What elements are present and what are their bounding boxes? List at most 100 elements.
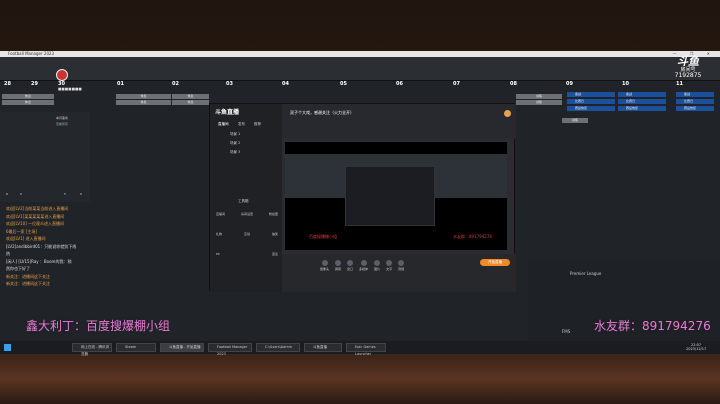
tool-item[interactable]: 互动 [244,232,250,236]
news-link[interactable]: 查看所有 [56,122,68,126]
schedule-item-match[interactable]: 比赛日 [618,99,666,104]
obs-logo: 斗鱼直播 [215,109,240,116]
preview-inner-window [345,166,435,226]
chat-message: 欢迎[LV1] 进入直播间 [6,236,46,241]
calendar-day[interactable]: 30 ■■■■■■■ [58,82,82,94]
source-audio[interactable]: 音频 [398,260,404,271]
chat-feed: 欢迎[LV2]当前某某当前进入直播间 欢迎[LV1]某某某某某进入直播间 欢迎[… [0,205,210,305]
scene-item[interactable]: 场景 1 [230,132,240,137]
source-image[interactable]: 图片 [374,260,380,271]
left-panel: 本月事务 查看所有 8 0 5 9 [0,112,90,202]
chat-message: 新关注：进播间这下关注 [6,281,50,286]
calendar-day[interactable]: 03 [226,82,233,94]
schedule-cell[interactable]: 训练 [562,118,588,123]
manager-name: ■■■■■■■ [58,87,82,91]
taskbar-item[interactable]: 斗鱼直播 - 开始直播 [160,343,204,352]
taskbar-item[interactable]: 网上在线 - 腾讯浏览器 [72,343,112,356]
audio-icon [398,260,405,266]
tab-live[interactable]: 直播间 [218,122,229,127]
chat-message: [闲人] [LV15]Ray ：Boom的我：稍 [6,258,72,264]
stream-title[interactable]: 双子个大戏，感谢关注（火力全开） [290,110,354,116]
tool-item[interactable]: 抽奖 [272,232,278,236]
calendar-day[interactable]: 02 [172,82,179,94]
calendar-day[interactable]: 08 [510,82,517,94]
stat-count: 0 [20,192,22,196]
start-stream-button[interactable]: 开始直播 [480,259,510,266]
chat-message: 欢迎[LV1]某某某某某进入直播间 [6,213,65,219]
system-clock[interactable]: 22:07 2023/12/17 [686,343,706,351]
tool-item[interactable]: 房间设置 [241,212,253,216]
fm-header [0,57,720,81]
schedule-item-match[interactable]: 备战 [618,92,666,97]
schedule-item-match[interactable]: 备战 [567,92,615,97]
source-camera[interactable]: 摄像头 [320,260,329,271]
tool-grid: 直播间 房间设置 粉丝团 礼物 互动 抽奖 PK 连麦 [216,212,278,256]
schedule-item-match[interactable]: 备战 [676,92,714,97]
tool-item[interactable]: PK [216,252,220,256]
schedule-item-match[interactable]: 比赛日 [676,99,714,104]
chat-message: 新关注：进播间这下关注 [6,273,50,279]
streaming-app-window: 斗鱼直播 直播间 发布 推荐 场景 1 场景 2 场景 3 工具箱 直播间 房间… [209,103,516,292]
window-title: Football Manager 2023 [8,51,55,56]
source-screen[interactable]: 屏幕 [335,260,341,271]
tool-item[interactable]: 礼物 [216,232,222,236]
taskbar-item[interactable]: Steam [116,343,156,352]
schedule-cell[interactable]: 休息 [172,94,209,99]
calendar-day[interactable]: 29 [31,82,38,94]
taskbar-item[interactable]: C:\Users\Admin [256,343,300,352]
source-text[interactable]: 文字 [386,260,392,271]
douyu-room-number: 7192875 [674,72,702,79]
stat-count: 8 [6,192,8,196]
preview-label: 水友群：891794276 [453,234,492,239]
chat-message: [LV2]andibbird01：只能说你就别下线 [6,243,77,249]
taskbar-item[interactable]: 斗鱼直播 [304,343,342,352]
club-crest-icon[interactable] [56,69,68,81]
schedule-item-match[interactable]: 比赛日 [567,99,615,104]
schedule-cell[interactable]: 休息 [116,94,171,99]
schedule-item-match[interactable]: 赛后恢复 [567,106,615,111]
tab-recommend[interactable]: 推荐 [254,122,261,127]
obs-source-bar: 摄像头 屏幕 窗口 多媒体 图片 文字 音频 开始直播 [282,254,516,292]
calendar-day[interactable]: 01 [117,82,124,94]
window-icon [347,260,354,266]
source-media[interactable]: 多媒体 [359,260,368,271]
chat-message: 热 [6,251,10,256]
schedule-cell[interactable]: 休息 [2,100,54,105]
calendar-day[interactable]: 06 [396,82,403,94]
calendar-day[interactable]: 05 [340,82,347,94]
chat-message: 欢迎[LV2]当前某某当前进入直播间 [6,206,69,211]
calendar-day[interactable]: 07 [453,82,460,94]
schedule-cell[interactable]: 休息 [2,94,54,99]
source-window[interactable]: 窗口 [347,260,353,271]
scene-item[interactable]: 场景 3 [230,150,240,155]
subtitle-right: 水友群：891794276 [594,319,711,333]
preview-banner: 百度搜爆棚小组 [309,234,337,239]
toolbox-label: 工具箱 [238,199,249,203]
taskbar-item[interactable]: Epic Games Launcher [346,343,386,356]
schedule-item-match[interactable]: 赛后恢复 [676,106,714,111]
schedule-cell[interactable]: 训练 [516,94,562,99]
schedule-item-match[interactable]: 赛后恢复 [618,106,666,111]
calendar-day[interactable]: 28 [4,82,11,94]
stat-count: 5 [64,192,66,196]
chat-message: 然你也下好了 [6,266,30,271]
tool-item[interactable]: 连麦 [272,252,278,256]
calendar-day[interactable]: 04 [282,82,289,94]
douyu-logo: 斗鱼 [677,55,699,68]
subtitle-overlay: 鑫大利丁：百度搜爆棚小组 水友群：891794276 [0,309,720,339]
schedule-cell[interactable]: 休息 [172,100,209,105]
tool-item[interactable]: 粉丝团 [269,212,278,216]
start-icon[interactable] [4,344,11,351]
schedule-cell[interactable]: 训练 [516,100,562,105]
scene-item[interactable]: 场景 2 [230,141,240,146]
avatar[interactable] [504,110,511,117]
obs-sidebar: 斗鱼直播 直播间 发布 推荐 场景 1 场景 2 场景 3 工具箱 直播间 房间… [210,104,282,292]
stream-preview: 百度搜爆棚小组 水友群：891794276 [285,142,507,250]
stat-count: 9 [80,192,82,196]
league-title[interactable]: Premier League [570,271,601,276]
tab-publish[interactable]: 发布 [238,122,245,127]
subtitle-left: 鑫大利丁：百度搜爆棚小组 [26,319,171,333]
taskbar-item[interactable]: Football Manager 2023 [208,343,252,356]
tool-item[interactable]: 直播间 [216,212,225,216]
schedule-cell[interactable]: 休息 [116,100,171,105]
